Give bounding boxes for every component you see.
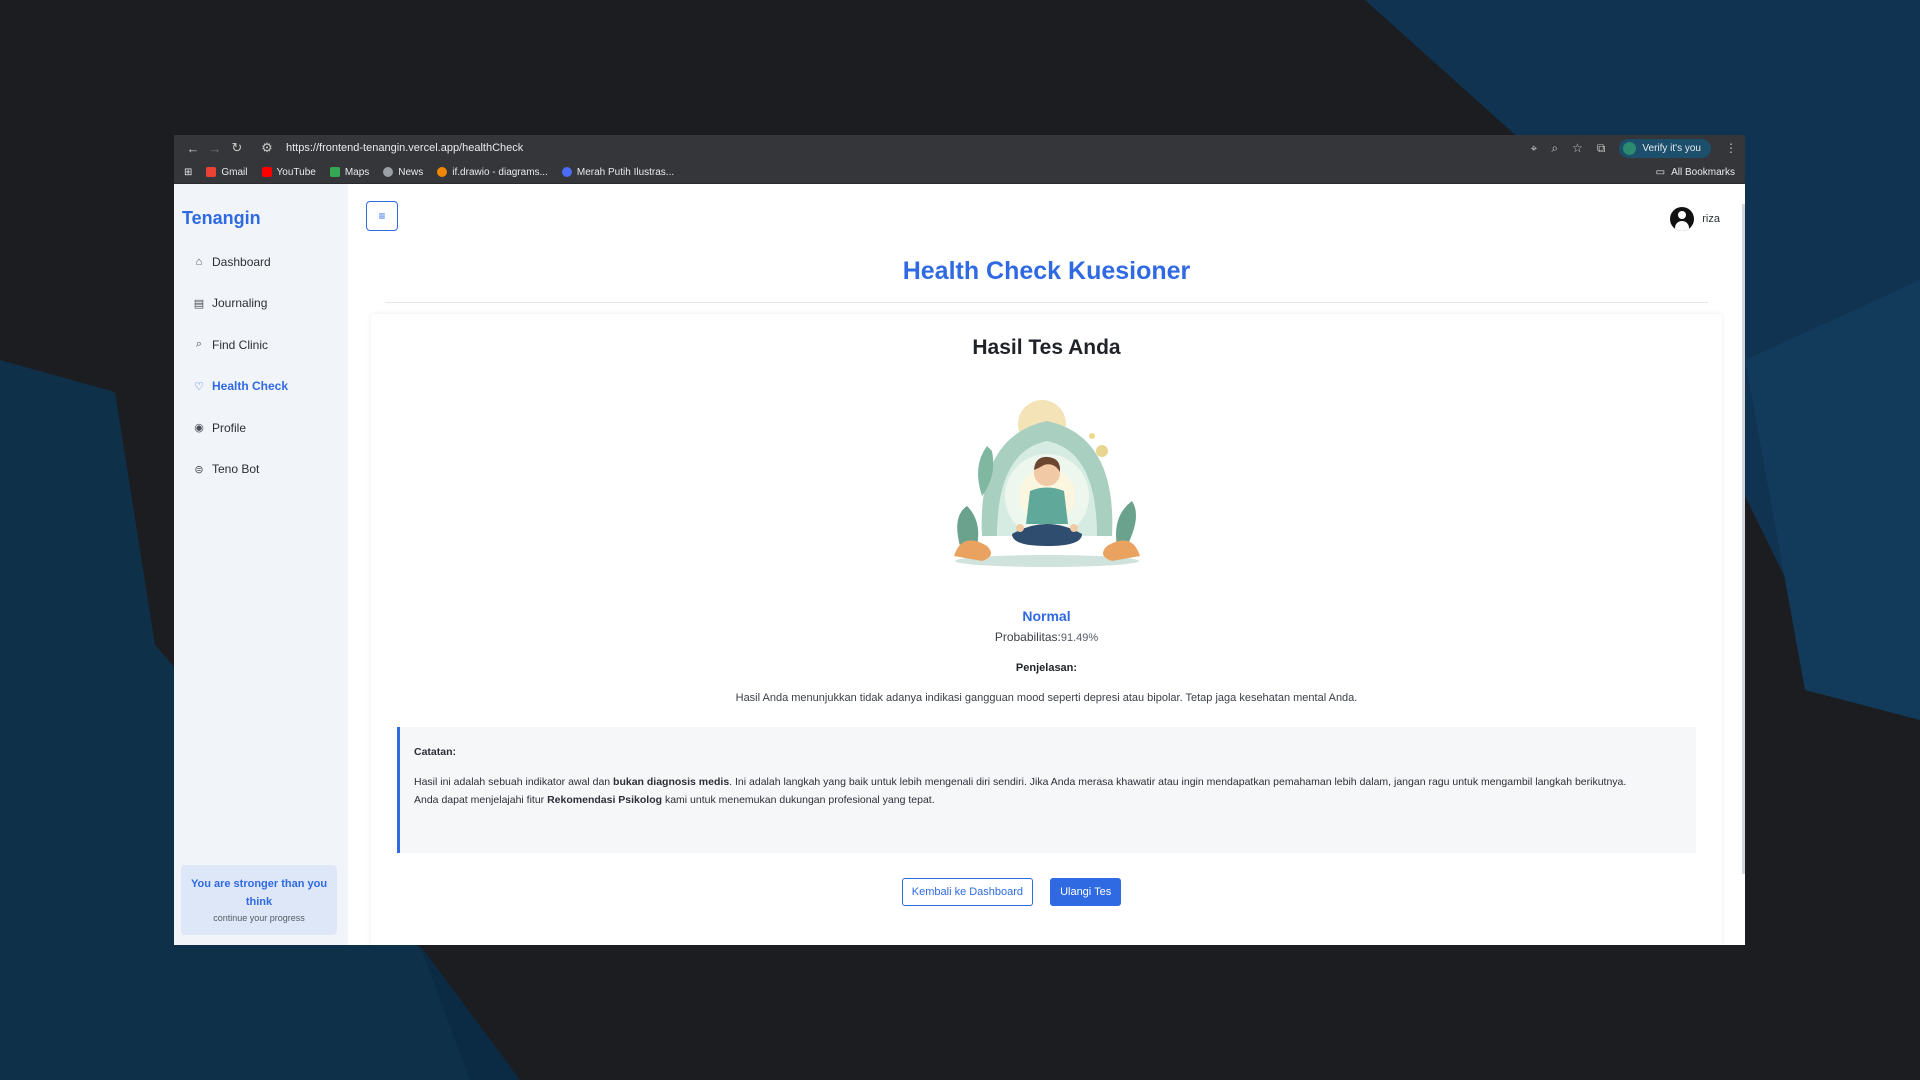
bookmark-site-icon: [561, 167, 572, 177]
sidebar-item-label: Profile: [212, 420, 247, 435]
result-card: Hasil Tes Anda Normal Probabilitas:91.49…: [371, 314, 1722, 945]
motivation-subtitle: continue your progress: [213, 913, 305, 923]
kebab-menu-icon[interactable]: ⋮: [1725, 141, 1737, 155]
note-text: Hasil ini adalah sebuah indikator awal d…: [414, 776, 614, 788]
browser-window: ← → ↻ ⚙ https://frontend-tenangin.vercel…: [174, 135, 1745, 945]
maps-icon: [329, 167, 340, 177]
brand-logo[interactable]: Tenangin: [174, 184, 348, 229]
sidebar-menu: ⌂ Dashboard ▤ Journaling ⌕ Find Clinic ♡…: [174, 241, 348, 490]
avatar: [1670, 207, 1695, 231]
note-paragraph-2: Anda dapat menjelajahi fitur Rekomendasi…: [414, 791, 1682, 809]
note-paragraph-1: Hasil ini adalah sebuah indikator awal d…: [414, 773, 1682, 791]
page-title: Health Check Kuesioner: [902, 257, 1191, 285]
bookmarks-bar: ⊞ Gmail YouTube Maps News if.drawio - di…: [174, 161, 1745, 184]
bookmark-label: if.drawio - diagrams...: [452, 166, 548, 178]
bookmark-gmail[interactable]: Gmail: [206, 166, 248, 178]
gmail-icon: [206, 167, 217, 177]
motivation-card: You are stronger than you think continue…: [181, 865, 337, 935]
action-buttons: Kembali ke Dashboard Ulangi Tes: [336, 878, 1687, 906]
heart-icon: ♡: [194, 380, 204, 393]
meditation-illustration: [953, 400, 1140, 567]
location-icon[interactable]: ⌖: [1531, 141, 1538, 156]
sidebar-item-dashboard[interactable]: ⌂ Dashboard: [174, 241, 348, 283]
sidebar-item-label: Journaling: [212, 296, 268, 311]
explanation-label: Penjelasan:: [1015, 662, 1078, 674]
bookmark-drawio[interactable]: if.drawio - diagrams...: [437, 167, 548, 178]
result-title: Hasil Tes Anda: [972, 336, 1121, 359]
note-box: Catatan: Hasil ini adalah sebuah indikat…: [397, 727, 1696, 853]
search-icon: ⌕: [195, 338, 203, 351]
bookmark-label: YouTube: [276, 166, 316, 178]
sidebar-item-journaling[interactable]: ▤ Journaling: [174, 283, 348, 325]
bot-icon: ⊜: [194, 463, 204, 476]
bookmark-label: Merah Putih Ilustras...: [576, 166, 675, 178]
note-text: kami untuk menemukan dukungan profesiona…: [662, 794, 935, 806]
note-text: Anda dapat menjelajahi fitur: [414, 794, 548, 806]
sidebar-item-label: Health Check: [212, 379, 289, 394]
all-bookmarks-label: All Bookmarks: [1671, 166, 1735, 178]
sidebar-item-profile[interactable]: ◉ Profile: [174, 407, 348, 449]
journal-icon: ▤: [193, 297, 205, 310]
sidebar-item-label: Teno Bot: [212, 462, 260, 477]
username: riza: [1702, 213, 1720, 225]
note-title: Catatan:: [414, 746, 457, 758]
bookmark-merah-putih[interactable]: Merah Putih Ilustras...: [561, 166, 675, 178]
bookmark-label: News: [398, 166, 424, 178]
apps-grid-icon[interactable]: ⊞: [184, 167, 192, 178]
back-to-dashboard-button[interactable]: Kembali ke Dashboard: [901, 878, 1034, 906]
extensions-icon[interactable]: ⧉: [1597, 141, 1606, 156]
probability-value: 91.49%: [1060, 632, 1099, 644]
bookmark-news[interactable]: News: [383, 167, 423, 178]
reload-icon[interactable]: ↻: [226, 140, 248, 156]
sidebar-item-health-check[interactable]: ♡ Health Check: [174, 366, 348, 408]
retry-test-button[interactable]: Ulangi Tes: [1050, 878, 1122, 906]
bookmark-label: Gmail: [221, 166, 248, 178]
verify-profile-button[interactable]: Verify it's you: [1619, 138, 1711, 158]
star-icon[interactable]: ☆: [1572, 141, 1583, 155]
scrollbar[interactable]: [1742, 204, 1745, 874]
note-emphasis: bukan diagnosis medis: [613, 776, 730, 788]
verify-label: Verify it's you: [1642, 142, 1701, 154]
address-bar[interactable]: ⚙ https://frontend-tenangin.vercel.app/h…: [256, 140, 1531, 156]
sidebar-item-find-clinic[interactable]: ⌕ Find Clinic: [174, 324, 348, 366]
user-menu[interactable]: riza: [1670, 207, 1720, 231]
explanation-text: Hasil Anda menunjukkan tidak adanya indi…: [735, 692, 1358, 704]
forward-arrow-icon[interactable]: →: [204, 141, 226, 156]
sidebar-item-label: Dashboard: [212, 254, 271, 269]
user-circle-icon: ◉: [194, 422, 204, 435]
note-emphasis: Rekomendasi Psikolog: [547, 794, 663, 806]
drawio-icon: [437, 167, 448, 177]
sidebar-item-teno-bot[interactable]: ⊜ Teno Bot: [174, 449, 348, 491]
probability-label: Probabilitas:: [994, 630, 1061, 644]
hamburger-icon: ≡: [378, 209, 386, 223]
home-icon: ⌂: [195, 255, 203, 268]
youtube-icon: [261, 167, 272, 177]
profile-icon: [1623, 141, 1637, 155]
app-root: Tenangin ⌂ Dashboard ▤ Journaling ⌕ Find…: [174, 184, 1745, 945]
globe-icon: [383, 167, 394, 177]
main-content: ≡ riza Health Check Kuesioner Hasil Tes …: [348, 184, 1745, 945]
bookmark-youtube[interactable]: YouTube: [261, 166, 316, 178]
divider: [385, 302, 1708, 303]
browser-toolbar: ← → ↻ ⚙ https://frontend-tenangin.vercel…: [174, 135, 1745, 161]
url-text[interactable]: https://frontend-tenangin.vercel.app/hea…: [286, 142, 523, 154]
site-settings-icon[interactable]: ⚙: [256, 140, 278, 156]
motivation-title: You are stronger than you think: [190, 878, 328, 908]
bookmark-maps[interactable]: Maps: [329, 166, 370, 178]
probability: Probabilitas:91.49%: [371, 630, 1722, 644]
sidebar-item-label: Find Clinic: [212, 337, 269, 352]
back-arrow-icon[interactable]: ←: [182, 141, 204, 156]
zoom-icon[interactable]: ⌕: [1551, 141, 1558, 156]
result-status: Normal: [1022, 608, 1071, 624]
menu-toggle-button[interactable]: ≡: [366, 201, 398, 231]
sidebar: Tenangin ⌂ Dashboard ▤ Journaling ⌕ Find…: [174, 184, 348, 945]
all-bookmarks[interactable]: ▭ All Bookmarks: [1656, 167, 1735, 178]
folder-icon: ▭: [1655, 166, 1666, 178]
note-text: . Ini adalah langkah yang baik untuk leb…: [729, 776, 1627, 788]
bookmark-label: Maps: [344, 166, 370, 178]
